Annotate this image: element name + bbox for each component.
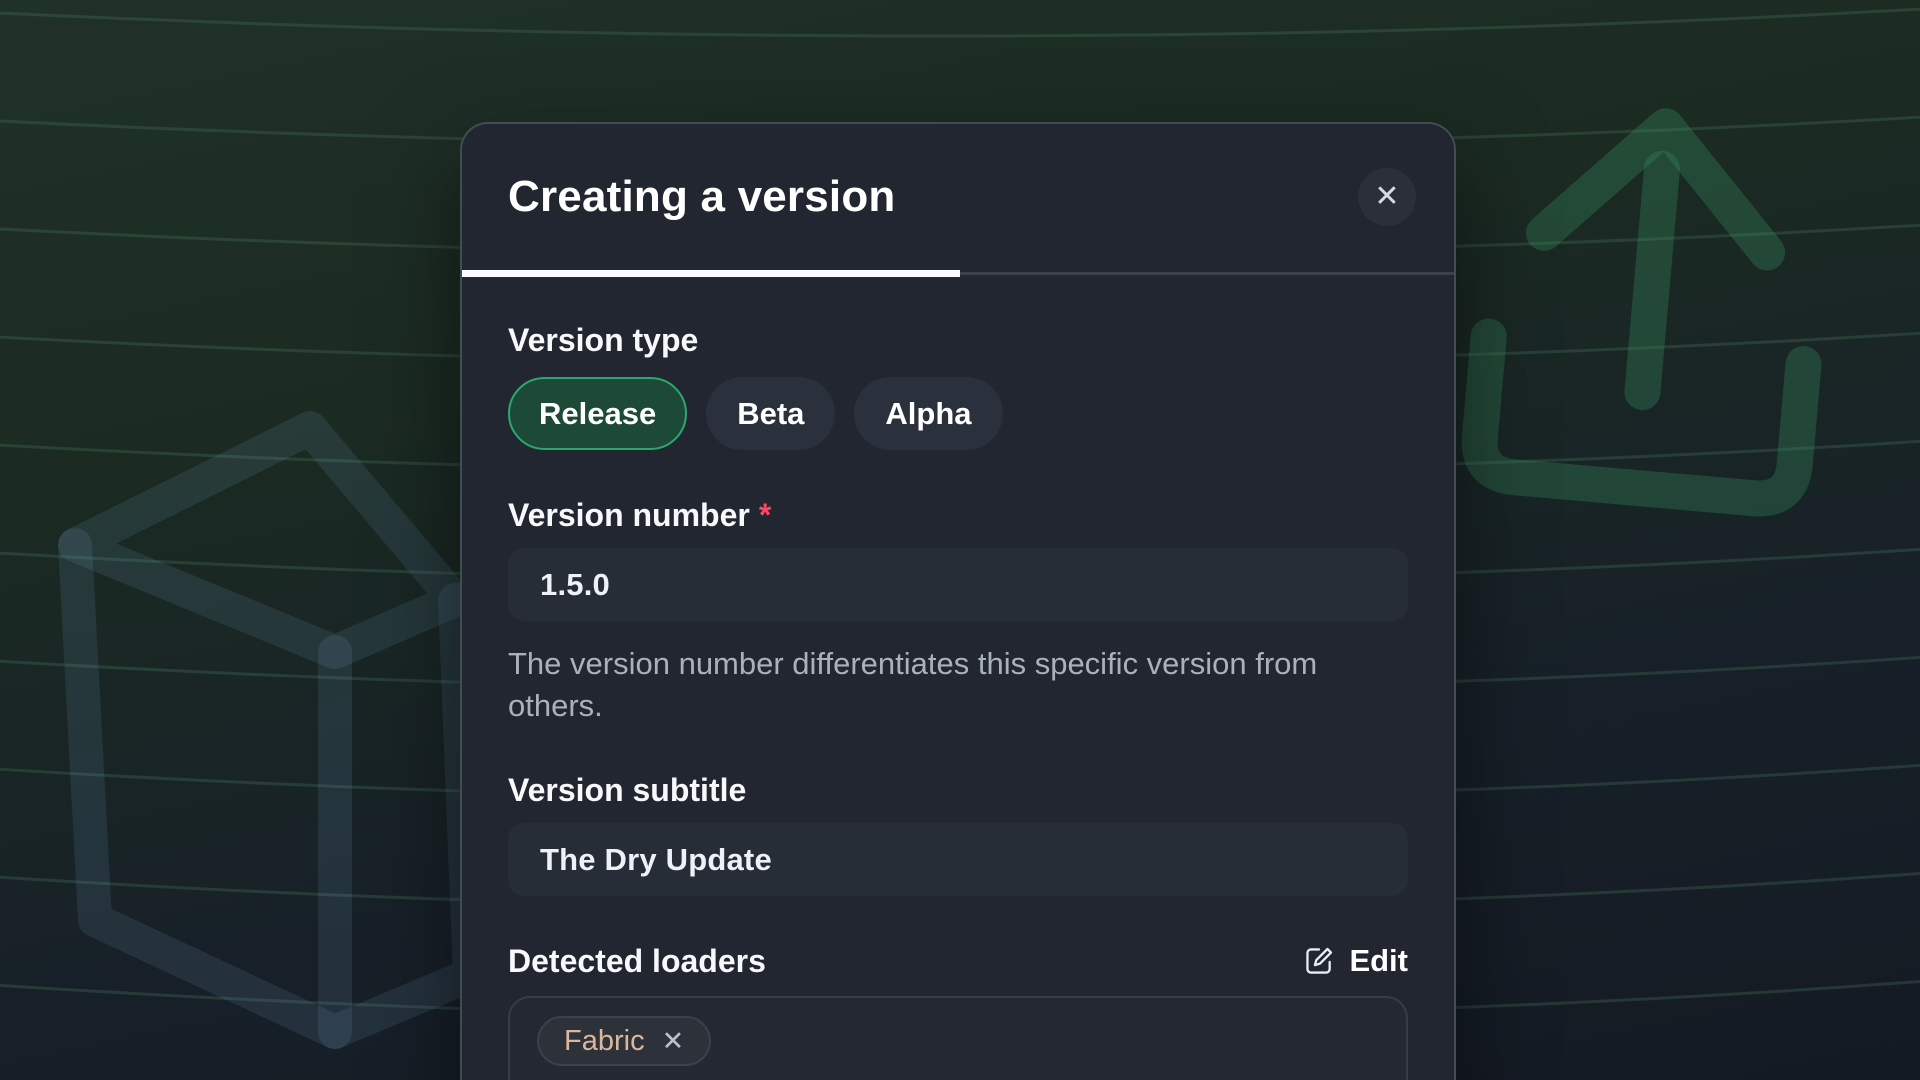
version-type-options: Release Beta Alpha [508, 377, 1408, 450]
create-version-modal: Creating a version ✕ Version type Releas… [460, 122, 1456, 1080]
version-number-input[interactable] [508, 548, 1408, 621]
modal-body: Version type Release Beta Alpha Version … [462, 277, 1454, 1080]
wizard-progress-bar [462, 270, 1454, 277]
package-cube-icon [75, 428, 470, 1032]
remove-icon: ✕ [662, 1028, 685, 1055]
version-subtitle-input[interactable] [508, 823, 1408, 896]
version-number-help: The version number differentiates this s… [508, 643, 1408, 727]
loader-chip-fabric: Fabric ✕ [537, 1016, 711, 1066]
upload-arrow-icon [1477, 112, 1823, 501]
screen: Creating a version ✕ Version type Releas… [0, 0, 1920, 1080]
modal-title: Creating a version [508, 172, 896, 222]
progress-fill [462, 270, 960, 277]
detected-loaders-box: Fabric ✕ [508, 996, 1408, 1080]
close-icon: ✕ [1374, 182, 1399, 212]
edit-loaders-button[interactable]: Edit [1303, 943, 1408, 979]
required-asterisk: * [759, 497, 771, 533]
close-button[interactable]: ✕ [1358, 168, 1416, 226]
detected-loaders-header: Detected loaders Edit [508, 942, 1408, 980]
version-number-label: Version number* [508, 496, 1408, 534]
version-type-beta-button[interactable]: Beta [706, 377, 835, 450]
remove-loader-button[interactable]: ✕ [662, 1028, 685, 1055]
modal-header: Creating a version ✕ [462, 124, 1454, 270]
version-type-alpha-button[interactable]: Alpha [854, 377, 1002, 450]
version-type-label: Version type [508, 321, 1408, 359]
loader-chip-label: Fabric [564, 1025, 645, 1058]
version-subtitle-label: Version subtitle [508, 771, 1408, 809]
edit-button-label: Edit [1349, 943, 1408, 979]
detected-loaders-label: Detected loaders [508, 942, 766, 980]
version-type-release-button[interactable]: Release [508, 377, 687, 450]
edit-icon [1303, 945, 1335, 977]
version-number-label-text: Version number [508, 497, 750, 533]
